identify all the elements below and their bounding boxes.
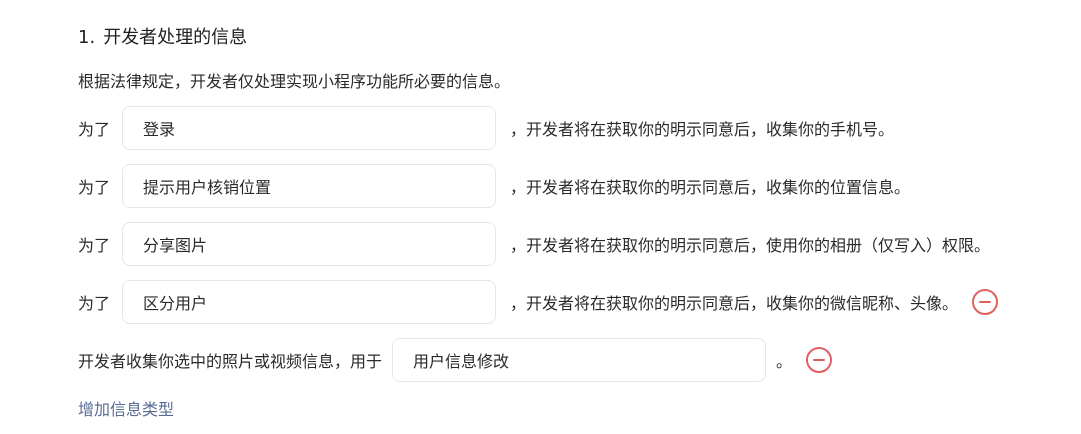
remove-circle-icon[interactable] [972,289,999,315]
remove-circle-icon[interactable] [806,347,833,373]
media-label: 开发者收集你选中的照片或视频信息，用于 [78,352,383,371]
row-prefix: 为了 [78,178,111,197]
row-suffix: ，开发者将在获取你的明示同意后，收集你的手机号。 [510,120,895,139]
row-suffix: ，开发者将在获取你的明示同意后，收集你的位置信息。 [510,178,911,197]
info-row-album: 为了 分享图片 ，开发者将在获取你的明示同意后，使用你的相册（仅写入）权限。 [78,222,990,266]
purpose-input-location[interactable]: 提示用户核销位置 [122,164,496,208]
media-period: 。 [776,352,793,371]
row-prefix: 为了 [78,294,111,313]
info-row-phone: 为了 登录 ，开发者将在获取你的明示同意后，收集你的手机号。 [78,106,894,150]
media-info-row: 开发者收集你选中的照片或视频信息，用于 用户信息修改 。 [78,338,833,382]
section-title-text: 开发者处理的信息 [103,27,248,48]
intro-text: 根据法律规定，开发者仅处理实现小程序功能所必要的信息。 [78,72,511,91]
purpose-input-nickname[interactable]: 区分用户 [122,280,496,324]
purpose-input-phone[interactable]: 登录 [122,106,496,150]
row-prefix: 为了 [78,120,111,139]
purpose-input-album[interactable]: 分享图片 [122,222,496,266]
info-row-nickname: 为了 区分用户 ，开发者将在获取你的明示同意后，收集你的微信昵称、头像。 [78,280,999,324]
row-suffix: ，开发者将在获取你的明示同意后，收集你的微信昵称、头像。 [510,294,959,313]
section-title: 1. 开发者处理的信息 [78,26,247,50]
add-info-type-link[interactable]: 增加信息类型 [78,399,174,421]
row-prefix: 为了 [78,236,111,255]
row-suffix: ，开发者将在获取你的明示同意后，使用你的相册（仅写入）权限。 [510,236,991,255]
purpose-input-media[interactable]: 用户信息修改 [392,338,767,382]
section-number: 1. [78,27,96,48]
info-row-location: 为了 提示用户核销位置 ，开发者将在获取你的明示同意后，收集你的位置信息。 [78,164,910,208]
